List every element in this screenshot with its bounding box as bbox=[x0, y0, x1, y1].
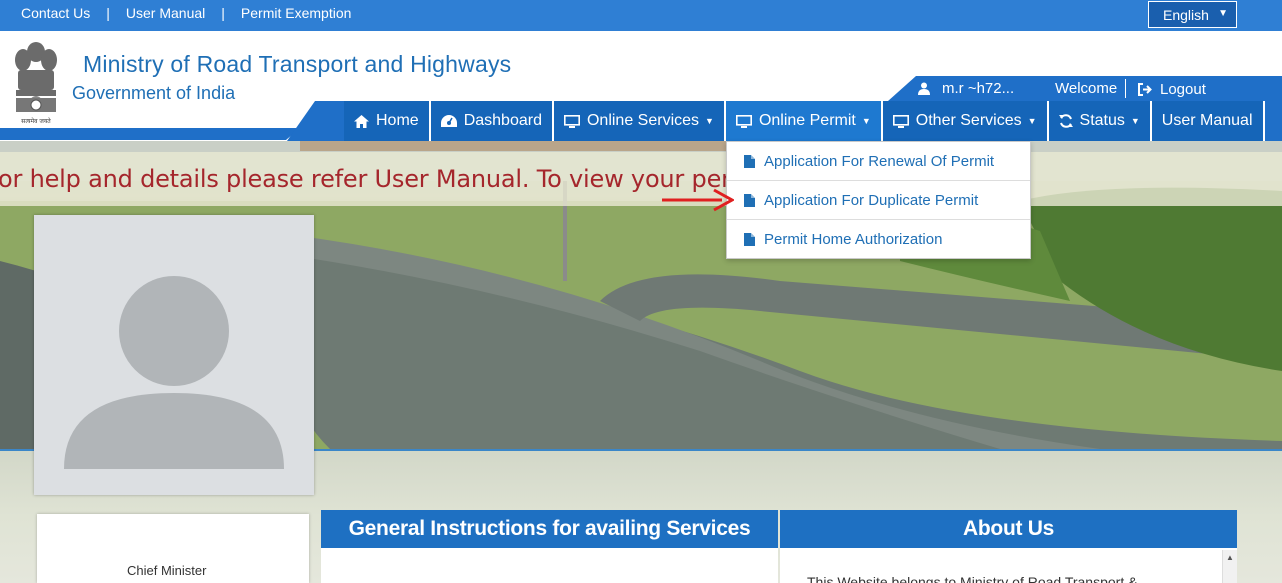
caret-down-icon: ▼ bbox=[861, 116, 871, 126]
online-permit-dropdown: Application For Renewal Of Permit Applic… bbox=[726, 141, 1031, 259]
announcement-marquee: or help and details please refer User Ma… bbox=[0, 152, 1282, 206]
nav-label: Dashboard bbox=[463, 112, 542, 129]
menu-item-renewal-permit[interactable]: Application For Renewal Of Permit bbox=[727, 142, 1030, 181]
nav-label: Other Services bbox=[915, 112, 1022, 129]
site-subtitle: Government of India bbox=[72, 83, 236, 103]
nav-status[interactable]: Status ▼ bbox=[1048, 101, 1152, 141]
divider bbox=[1125, 79, 1126, 98]
about-panel-header: About Us bbox=[780, 510, 1237, 548]
home-icon bbox=[354, 114, 369, 128]
caret-down-icon: ▼ bbox=[1130, 116, 1140, 126]
user-name: m.r ~h72... bbox=[942, 80, 1015, 97]
file-icon bbox=[744, 233, 755, 246]
scroll-up-icon[interactable]: ▲ bbox=[1226, 553, 1234, 562]
menu-item-home-authorization[interactable]: Permit Home Authorization bbox=[727, 220, 1030, 259]
nav-online-services[interactable]: Online Services ▼ bbox=[553, 101, 726, 141]
logout-label: Logout bbox=[1160, 81, 1206, 98]
monitor-icon bbox=[735, 114, 752, 128]
file-icon bbox=[744, 193, 755, 207]
nav-label: Online Services bbox=[586, 112, 700, 129]
nav-online-permit[interactable]: Online Permit ▼ bbox=[725, 101, 883, 141]
nav-label: User Manual bbox=[1161, 112, 1253, 129]
nav-label: Status bbox=[1079, 112, 1125, 129]
nav-left-accent bbox=[0, 128, 300, 140]
instructions-panel-header: General Instructions for availing Servic… bbox=[321, 510, 778, 548]
site-title: Ministry of Road Transport and Highways bbox=[83, 51, 512, 77]
chief-minister-card: Chief Minister bbox=[37, 514, 309, 583]
national-emblem-logo: सत्यमेव जयते bbox=[15, 42, 57, 125]
monitor-icon bbox=[892, 114, 909, 128]
red-arrow-icon bbox=[662, 188, 734, 212]
top-bar: Contact Us | User Manual | Permit Exempt… bbox=[0, 0, 1282, 31]
top-links: Contact Us | User Manual | Permit Exempt… bbox=[21, 5, 351, 21]
nav-home[interactable]: Home bbox=[344, 101, 431, 141]
nav-label: Home bbox=[376, 112, 419, 129]
profile-photo-placeholder bbox=[34, 215, 314, 495]
caret-down-icon: ▼ bbox=[1027, 116, 1037, 126]
caret-down-icon: ▼ bbox=[705, 116, 714, 126]
menu-item-duplicate-permit[interactable]: Application For Duplicate Permit bbox=[727, 181, 1030, 220]
user-info: m.r ~h72... bbox=[918, 80, 1014, 97]
chief-minister-label: Chief Minister bbox=[127, 563, 207, 578]
menu-item-label: Application For Duplicate Permit bbox=[764, 191, 979, 209]
menu-item-label: Permit Home Authorization bbox=[764, 231, 943, 248]
main-nav: Home Dashboard Online Services ▼ Online … bbox=[344, 101, 1265, 141]
language-value: English bbox=[1163, 7, 1209, 23]
nav-user-manual[interactable]: User Manual bbox=[1151, 101, 1265, 141]
logout-icon bbox=[1138, 83, 1152, 96]
contact-us-link[interactable]: Contact Us bbox=[21, 5, 90, 21]
dashboard-icon bbox=[440, 115, 457, 127]
user-manual-link[interactable]: User Manual bbox=[126, 5, 205, 21]
permit-exemption-link[interactable]: Permit Exemption bbox=[241, 5, 351, 21]
user-icon bbox=[918, 82, 930, 95]
caret-down-icon: ▼ bbox=[1218, 8, 1228, 19]
file-icon bbox=[744, 154, 755, 168]
welcome-text: Welcome bbox=[1055, 80, 1118, 97]
language-select[interactable]: English ▼ bbox=[1148, 1, 1237, 28]
nav-dashboard[interactable]: Dashboard bbox=[430, 101, 554, 141]
monitor-icon bbox=[563, 114, 580, 128]
nav-label: Online Permit bbox=[758, 112, 856, 129]
logout-button[interactable]: Logout bbox=[1138, 81, 1206, 98]
about-scrollbar[interactable]: ▲ bbox=[1222, 550, 1237, 583]
avatar-icon bbox=[64, 276, 284, 469]
about-text: This Website belongs to Ministry of Road… bbox=[807, 574, 1138, 583]
separator: | bbox=[221, 5, 225, 21]
refresh-icon bbox=[1058, 114, 1073, 128]
nav-other-services[interactable]: Other Services ▼ bbox=[882, 101, 1049, 141]
menu-item-label: Application For Renewal Of Permit bbox=[764, 152, 995, 170]
instructions-panel-body bbox=[321, 548, 778, 583]
svg-text:सत्यमेव जयते: सत्यमेव जयते bbox=[21, 117, 51, 125]
user-strip: m.r ~h72... Welcome Logout bbox=[888, 76, 1282, 101]
separator: | bbox=[106, 5, 110, 21]
